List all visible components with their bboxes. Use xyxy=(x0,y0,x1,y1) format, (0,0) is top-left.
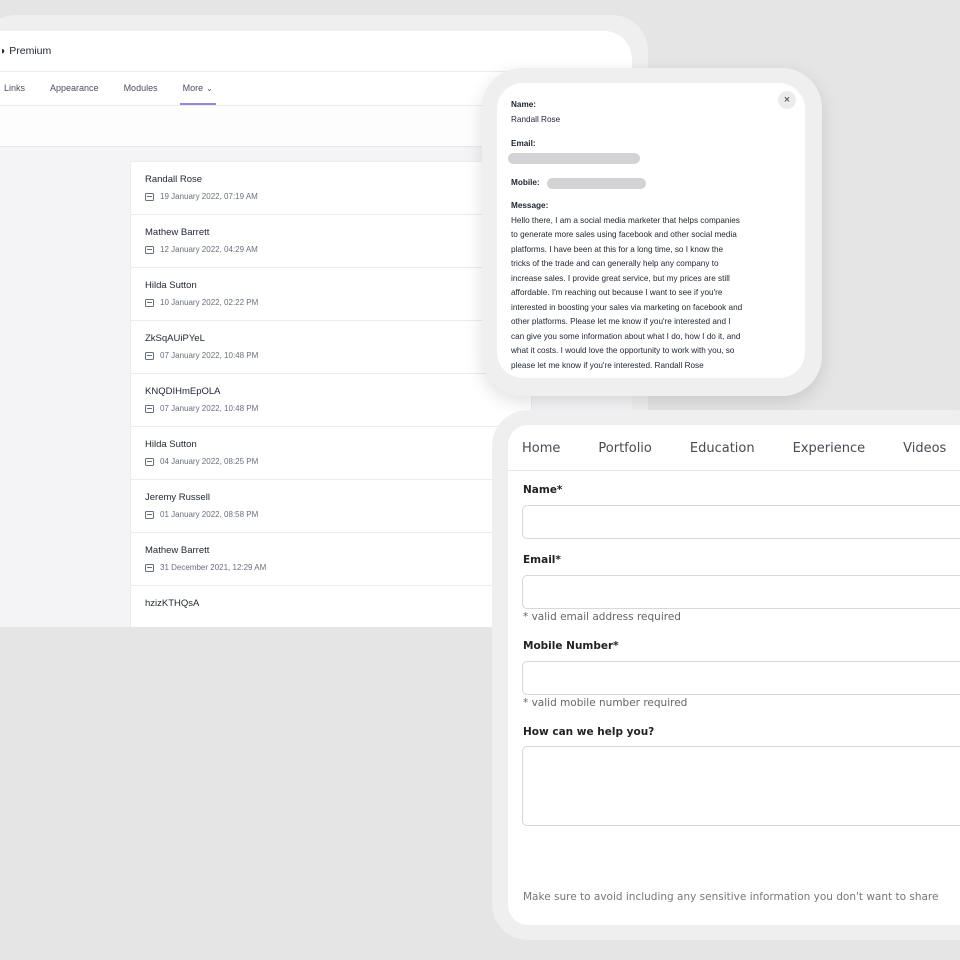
submitter-name: KNQDIHmEpOLA xyxy=(145,386,221,397)
submission-date: 07 January 2022, 10:48 PM xyxy=(145,404,531,413)
main-nav: Links Appearance Modules More ⌄ xyxy=(4,83,238,105)
tab-education[interactable]: Education xyxy=(690,441,755,456)
tab-modules[interactable]: Modules xyxy=(124,83,158,93)
name-field: Name: Randall Rose xyxy=(511,100,561,124)
submitter-name: ZkSqAUiPYeL xyxy=(145,333,205,344)
submitter-name: hzizKTHQsA xyxy=(145,598,200,609)
close-icon[interactable]: × xyxy=(778,91,796,109)
calendar-icon xyxy=(145,351,154,360)
tab-videos[interactable]: Videos xyxy=(903,441,946,456)
list-item[interactable]: Hilda Sutton 10 January 2022, 02:22 PM xyxy=(131,268,531,321)
email-label: Email* xyxy=(523,554,561,566)
email-input[interactable] xyxy=(522,575,960,609)
submission-date: 01 January 2022, 08:58 PM xyxy=(145,510,531,519)
site-nav: Home Portfolio Education Experience Vide… xyxy=(522,441,960,456)
calendar-icon xyxy=(145,245,154,254)
email-label: Email: xyxy=(511,139,536,148)
submission-date: 31 December 2021, 12:29 AM xyxy=(145,563,531,572)
tab-home[interactable]: Home xyxy=(522,441,560,456)
mobile-hint: * valid mobile number required xyxy=(523,697,688,709)
page-title: ◗ Premium xyxy=(0,45,52,57)
tab-portfolio[interactable]: Portfolio xyxy=(598,441,651,456)
calendar-icon xyxy=(145,457,154,466)
submission-date: 10 January 2022, 02:22 PM xyxy=(145,298,531,307)
email-hint: * valid email address required xyxy=(523,611,681,623)
submission-date: 19 January 2022, 07:19 AM xyxy=(145,192,531,201)
tab-more[interactable]: More ⌄ xyxy=(179,83,217,105)
list-item[interactable]: Mathew Barrett 12 January 2022, 04:29 AM xyxy=(131,215,531,268)
tab-links[interactable]: Links xyxy=(4,83,25,93)
submitter-name: Randall Rose xyxy=(145,174,203,185)
list-item[interactable]: Mathew Barrett 31 December 2021, 12:29 A… xyxy=(131,533,531,586)
list-item[interactable]: KNQDIHmEpOLA 07 January 2022, 10:48 PM xyxy=(131,374,531,427)
mobile-input[interactable] xyxy=(522,661,960,695)
submission-date: 04 January 2022, 08:25 PM xyxy=(145,457,531,466)
calendar-icon xyxy=(145,510,154,519)
message-textarea[interactable] xyxy=(522,746,960,826)
submitter-name: Jeremy Russell xyxy=(145,492,210,503)
contact-form: Home Portfolio Education Experience Vide… xyxy=(508,425,960,925)
message-field: Message: Hello there, I am a social medi… xyxy=(511,201,743,370)
submitter-name: Mathew Barrett xyxy=(145,227,210,238)
list-item[interactable]: Hilda Sutton 04 January 2022, 08:25 PM xyxy=(131,427,531,480)
message-popup: × Name: Randall Rose Email: Mobile: Mess… xyxy=(497,83,805,378)
redacted-email xyxy=(508,153,640,164)
submitter-name: Mathew Barrett xyxy=(145,545,210,556)
submitter-name: Hilda Sutton xyxy=(145,280,197,291)
calendar-icon xyxy=(145,192,154,201)
submission-date: 12 January 2022, 04:29 AM xyxy=(145,245,531,254)
list-item[interactable]: Jeremy Russell 01 January 2022, 08:58 PM xyxy=(131,480,531,533)
tab-experience[interactable]: Experience xyxy=(793,441,866,456)
submission-date: 07 January 2022, 10:48 PM xyxy=(145,351,531,360)
redacted-mobile xyxy=(547,178,646,189)
submitter-name: Hilda Sutton xyxy=(145,439,197,450)
calendar-icon xyxy=(145,298,154,307)
name-label: Name* xyxy=(523,484,563,496)
logo-icon: ◗ xyxy=(0,45,7,57)
privacy-note: Make sure to avoid including any sensiti… xyxy=(523,891,939,903)
chevron-down-icon: ⌄ xyxy=(206,84,213,93)
mobile-label: Mobile: xyxy=(511,178,540,187)
list-item[interactable]: hzizKTHQsA xyxy=(131,586,531,627)
name-input[interactable] xyxy=(522,505,960,539)
calendar-icon xyxy=(145,404,154,413)
tab-appearance[interactable]: Appearance xyxy=(50,83,99,93)
calendar-icon xyxy=(145,563,154,572)
list-item[interactable]: Randall Rose 19 January 2022, 07:19 AM xyxy=(131,162,531,215)
divider xyxy=(508,470,960,471)
submissions-list: Randall Rose 19 January 2022, 07:19 AM M… xyxy=(130,161,532,627)
mobile-label: Mobile Number* xyxy=(523,640,619,652)
message-label: How can we help you? xyxy=(523,726,655,738)
list-item[interactable]: ZkSqAUiPYeL 07 January 2022, 10:48 PM xyxy=(131,321,531,374)
